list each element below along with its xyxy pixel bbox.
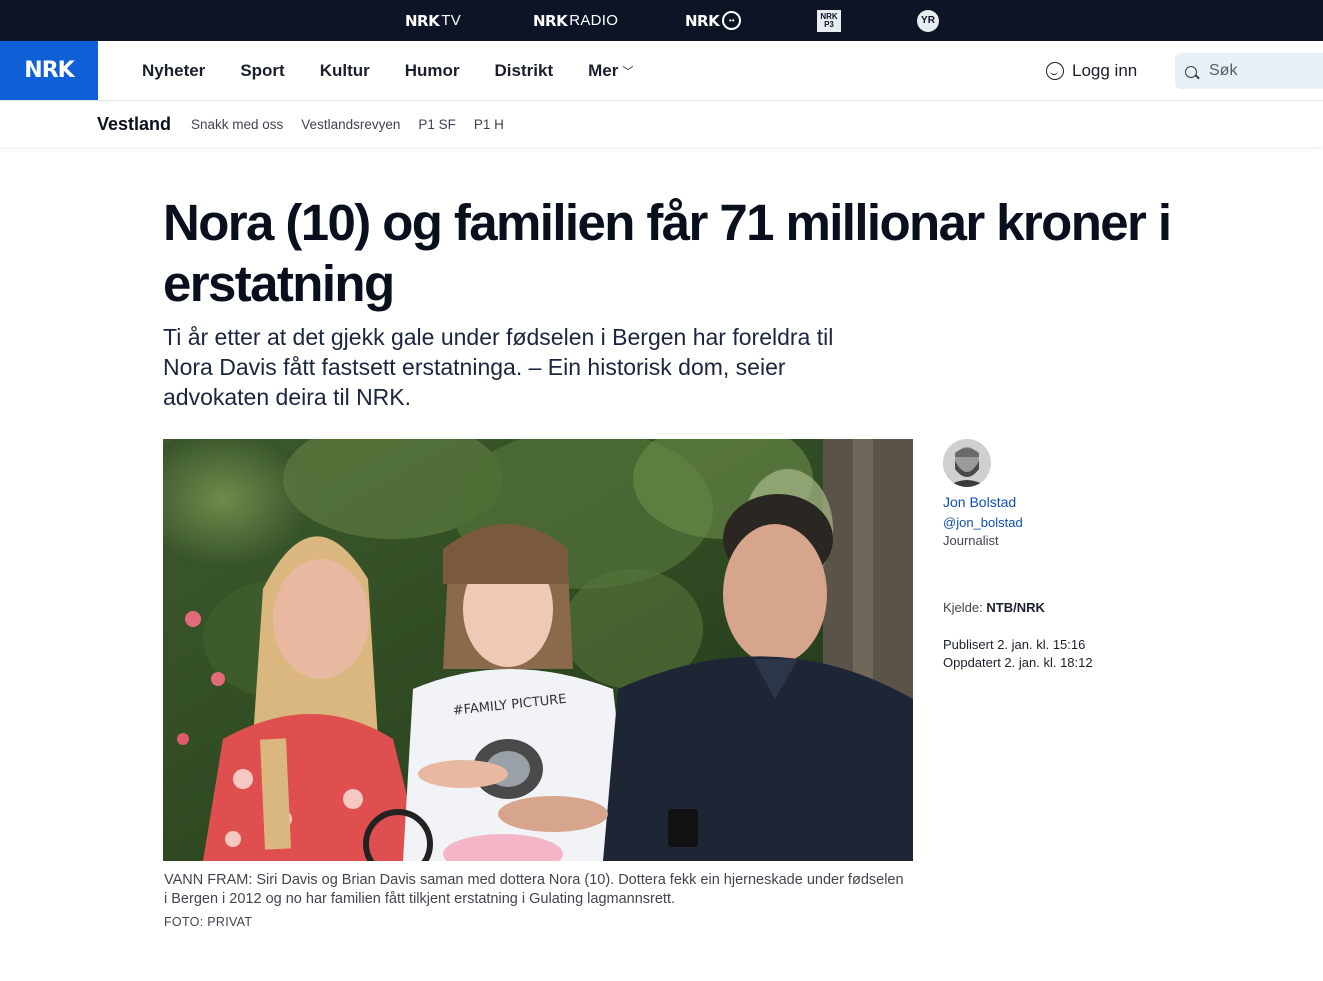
nrk-radio-logo: NRK xyxy=(533,11,568,30)
author-avatar[interactable] xyxy=(943,439,991,487)
district-subnav: Vestland Snakk med oss Vestlandsrevyen P… xyxy=(0,101,1323,147)
nav-item-kultur[interactable]: Kultur xyxy=(320,61,370,81)
nav-item-humor[interactable]: Humor xyxy=(405,61,460,81)
nrk-service-bar: NRK TV NRK RADIO NRK •• NRK P3 YR xyxy=(0,0,1323,41)
family-photo-illustration: #FAMILY PICTURE xyxy=(163,439,913,861)
published-timestamp: Publisert 2. jan. kl. 15:16 xyxy=(943,637,1086,652)
nav-menu: Nyheter Sport Kultur Humor Distrikt Mer … xyxy=(142,41,668,100)
updated-timestamp: Oppdatert 2. jan. kl. 18:12 xyxy=(943,655,1093,670)
article-lead: Ti år etter at det gjekk gale under føds… xyxy=(163,324,834,410)
subnav-link-snakk-med-oss[interactable]: Snakk med oss xyxy=(191,117,283,132)
article-photo[interactable]: #FAMILY PICTURE xyxy=(163,439,913,861)
article-source: Kjelde: NTB/NRK xyxy=(943,600,1045,615)
article-title: Nora (10) og familien får 71 millionar k… xyxy=(163,194,1172,312)
source-value: NTB/NRK xyxy=(986,600,1045,615)
yr-logo-icon: YR xyxy=(917,9,939,32)
photo-caption: VANN FRAM: Siri Davis og Brian Davis sam… xyxy=(164,872,904,907)
yr-link[interactable]: YR xyxy=(917,0,939,41)
nrk-p3-link[interactable]: NRK P3 xyxy=(817,0,841,41)
user-smile-icon xyxy=(1046,61,1064,80)
photo-credit: FOTO: PRIVAT xyxy=(164,915,253,929)
nav-item-mer[interactable]: Mer ﹀ xyxy=(588,61,633,81)
district-links: Snakk med oss Vestlandsrevyen P1 SF P1 H xyxy=(191,117,522,132)
subnav-link-p1-sf[interactable]: P1 SF xyxy=(418,117,456,132)
nrk-super-link[interactable]: NRK •• xyxy=(685,0,742,41)
subnav-link-p1-h[interactable]: P1 H xyxy=(474,117,504,132)
nrk-tv-link[interactable]: NRK TV xyxy=(405,0,461,41)
chevron-down-icon: ﹀ xyxy=(622,65,634,78)
search-box[interactable] xyxy=(1175,53,1323,89)
nrk-logo[interactable]: NRK xyxy=(0,41,98,100)
nrk-radio-link[interactable]: NRK RADIO xyxy=(533,0,618,41)
nav-item-nyheter[interactable]: Nyheter xyxy=(142,61,205,81)
subnav-link-vestlandsrevyen[interactable]: Vestlandsrevyen xyxy=(301,117,400,132)
nrk-tv-label: TV xyxy=(441,12,462,29)
source-label: Kjelde: xyxy=(943,600,987,615)
nrk-super-logo: NRK xyxy=(685,11,720,30)
author-name-link[interactable]: Jon Bolstad xyxy=(943,494,1016,510)
p3-logo-icon: NRK P3 xyxy=(817,9,841,32)
search-icon xyxy=(1185,66,1197,78)
main-navigation: NRK Nyheter Sport Kultur Humor Distrikt … xyxy=(0,41,1323,101)
smiley-icon: •• xyxy=(722,11,742,30)
nav-item-mer-label: Mer xyxy=(588,60,619,80)
login-button[interactable]: Logg inn xyxy=(1046,41,1137,100)
login-label: Logg inn xyxy=(1072,60,1138,80)
nrk-tv-logo: NRK xyxy=(405,11,440,30)
nav-item-distrikt[interactable]: Distrikt xyxy=(495,61,554,81)
nav-item-sport[interactable]: Sport xyxy=(240,61,284,81)
author-role: Journalist xyxy=(943,533,999,548)
region-title-vestland[interactable]: Vestland xyxy=(97,114,171,135)
author-twitter-link[interactable]: @jon_bolstad xyxy=(943,515,1023,530)
author-portrait-icon xyxy=(943,439,991,487)
nrk-radio-label: RADIO xyxy=(569,12,619,29)
search-input[interactable] xyxy=(1207,61,1311,81)
